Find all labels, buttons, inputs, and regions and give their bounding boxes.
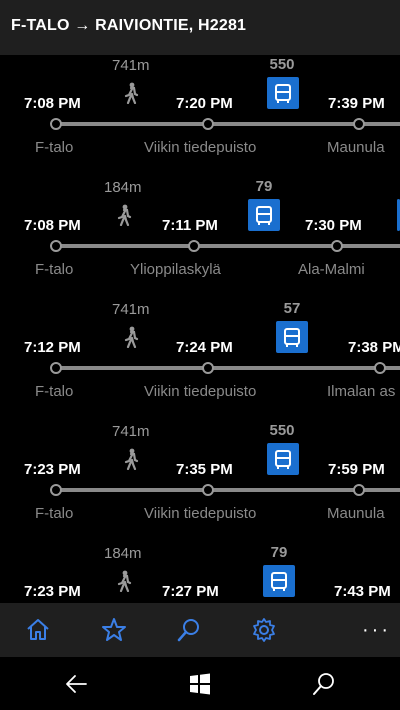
bus-line-number: 79	[255, 178, 273, 195]
departure-time: 7:08 PM	[24, 217, 81, 234]
star-icon[interactable]	[101, 617, 127, 643]
back-icon[interactable]	[64, 672, 88, 696]
stop-name: Ala-Malmi	[298, 261, 365, 278]
stop-dot	[50, 118, 62, 130]
stop-name: Ilmalan as	[327, 383, 396, 400]
transfer-time: 7:24 PM	[176, 339, 233, 356]
walk-distance: 184m	[104, 545, 142, 562]
walk-icon	[124, 82, 139, 104]
stop-dot	[50, 484, 62, 496]
stop-name: Viikin tiedepuisto	[144, 383, 257, 400]
departure-time: 7:08 PM	[24, 95, 81, 112]
route-line	[56, 488, 400, 492]
bus-icon	[276, 321, 308, 353]
walk-icon	[117, 204, 132, 226]
route-item[interactable]: 184m 79 7:23 PM 7:27 PM 7:43 PM	[0, 543, 400, 603]
walk-icon	[124, 326, 139, 348]
walk-icon	[117, 570, 132, 592]
route-item[interactable]: 741m 550 7:08 PM 7:20 PM 7:39 PM F-talo …	[0, 55, 400, 177]
route-item[interactable]: 741m 57 7:12 PM 7:24 PM 7:38 PM F-talo V…	[0, 299, 400, 421]
transfer-time: 7:11 PM	[162, 217, 218, 234]
search-icon[interactable]	[176, 617, 202, 643]
transfer-time: 7:20 PM	[176, 95, 233, 112]
arrival-time: 7:39 PM	[328, 95, 385, 112]
walk-distance: 184m	[104, 179, 142, 196]
walk-distance: 741m	[112, 301, 150, 318]
search-icon[interactable]	[312, 672, 336, 696]
route-line	[56, 244, 400, 248]
route-item[interactable]: 184m 79 7:08 PM 7:11 PM 7:30 PM F-talo Y…	[0, 177, 400, 299]
app-bar: ···	[0, 603, 400, 657]
system-navigation-bar	[0, 657, 400, 710]
stop-name: Maunula	[327, 139, 385, 156]
bus-icon	[248, 199, 280, 231]
arrival-time: 7:38 PM	[348, 339, 400, 356]
departure-time: 7:12 PM	[24, 339, 81, 356]
home-icon[interactable]	[25, 617, 51, 643]
arrival-time: 7:30 PM	[305, 217, 362, 234]
arrival-time: 7:43 PM	[334, 583, 391, 600]
bus-line-number: 550	[269, 422, 295, 439]
stop-name: Viikin tiedepuisto	[144, 505, 257, 522]
bus-line-number: 550	[269, 56, 295, 73]
settings-icon[interactable]	[251, 617, 277, 643]
stop-dot	[50, 240, 62, 252]
stop-dot	[202, 484, 214, 496]
more-button[interactable]: ···	[362, 619, 391, 642]
route-list: 741m 550 7:08 PM 7:20 PM 7:39 PM F-talo …	[0, 55, 400, 603]
windows-icon[interactable]	[188, 672, 212, 696]
stop-name: F-talo	[35, 139, 74, 156]
stop-dot	[353, 118, 365, 130]
stop-dot	[353, 484, 365, 496]
transfer-time: 7:27 PM	[162, 583, 219, 600]
bus-line-number: 57	[283, 300, 301, 317]
stop-name: Viikin tiedepuisto	[144, 139, 257, 156]
route-line	[56, 122, 400, 126]
walk-icon	[124, 448, 139, 470]
header: F-TALO → RAIVIONTIE, H2281	[0, 0, 400, 55]
stop-name: Ylioppilaskylä	[130, 261, 221, 278]
bus-icon	[267, 77, 299, 109]
route-line	[56, 366, 400, 370]
departure-time: 7:23 PM	[24, 461, 81, 478]
stop-name: F-talo	[35, 505, 74, 522]
route-item[interactable]: 741m 550 7:23 PM 7:35 PM 7:59 PM F-talo …	[0, 421, 400, 543]
page-title: F-TALO → RAIVIONTIE, H2281	[11, 17, 247, 34]
stop-name: F-talo	[35, 261, 74, 278]
stop-name: Maunula	[327, 505, 385, 522]
stop-dot	[374, 362, 386, 374]
stop-dot	[188, 240, 200, 252]
bus-line-number: 79	[270, 544, 288, 561]
stop-name: F-talo	[35, 383, 74, 400]
walk-distance: 741m	[112, 57, 150, 74]
stop-dot	[50, 362, 62, 374]
walk-distance: 741m	[112, 423, 150, 440]
transfer-time: 7:35 PM	[176, 461, 233, 478]
stop-dot	[202, 362, 214, 374]
bus-icon	[267, 443, 299, 475]
stop-dot	[202, 118, 214, 130]
stop-dot	[331, 240, 343, 252]
bus-icon	[263, 565, 295, 597]
arrival-time: 7:59 PM	[328, 461, 385, 478]
departure-time: 7:23 PM	[24, 583, 81, 600]
